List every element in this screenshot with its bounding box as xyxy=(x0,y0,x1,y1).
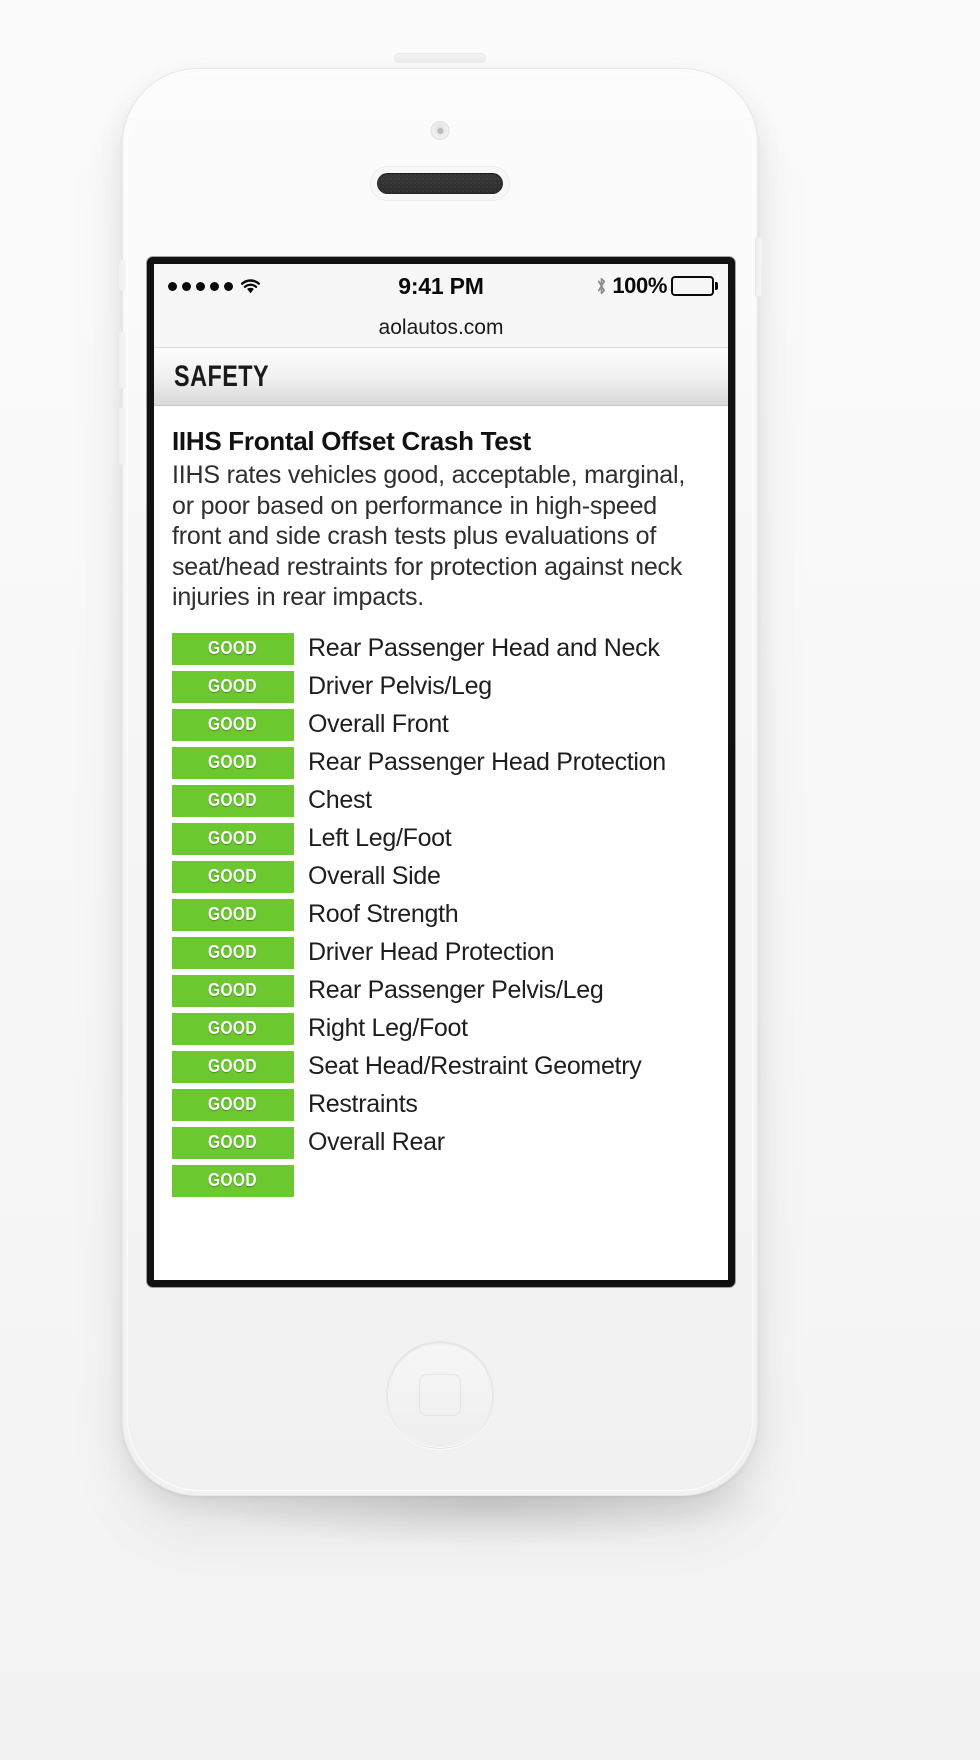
browser-url-bar[interactable]: aolautos.com xyxy=(154,308,728,348)
volume-down-button[interactable] xyxy=(118,407,125,465)
rating-category-label: Overall Side xyxy=(308,862,441,890)
rating-category-label: Rear Passenger Head Protection xyxy=(308,748,666,776)
rating-badge-label: GOOD xyxy=(208,1094,258,1114)
rating-badge-label: GOOD xyxy=(208,904,258,924)
rating-category-label: Right Leg/Foot xyxy=(308,1014,468,1042)
rating-category-label: Rear Passenger Head and Neck xyxy=(308,634,660,662)
rating-badge: GOOD xyxy=(172,632,294,665)
rating-badge: GOOD xyxy=(172,1126,294,1159)
rating-badge-label: GOOD xyxy=(208,752,258,772)
rating-category-label: Chest xyxy=(308,786,372,814)
rating-badge-label: GOOD xyxy=(208,828,258,848)
rating-row[interactable]: GOOD Seat Head/Restraint Geometry xyxy=(172,1050,710,1083)
earpiece-speaker xyxy=(377,173,503,194)
rating-row[interactable]: GOOD Overall Side xyxy=(172,860,710,893)
rating-badge: GOOD xyxy=(172,670,294,703)
rating-row[interactable]: GOOD Roof Strength xyxy=(172,898,710,931)
rating-row[interactable]: GOOD Rear Passenger Head and Neck xyxy=(172,632,710,665)
ratings-list: GOOD Rear Passenger Head and Neck GOOD Driv… xyxy=(172,632,710,1197)
rating-category-label: Overall Rear xyxy=(308,1128,445,1156)
rating-row[interactable]: GOOD Driver Pelvis/Leg xyxy=(172,670,710,703)
rating-badge: GOOD xyxy=(172,1164,294,1197)
rating-category-label: Driver Pelvis/Leg xyxy=(308,672,492,700)
rating-badge-label: GOOD xyxy=(208,942,258,962)
rating-badge-label: GOOD xyxy=(208,1018,258,1038)
rating-row[interactable]: GOOD Chest xyxy=(172,784,710,817)
rating-badge-label: GOOD xyxy=(208,714,258,734)
home-button[interactable] xyxy=(386,1341,494,1449)
rating-badge: GOOD xyxy=(172,898,294,931)
screen-bezel: 9:41 PM 100% aolautos.com SAFETY IIHS Fr… xyxy=(147,257,735,1287)
rating-row[interactable]: GOOD xyxy=(172,1164,710,1197)
rating-badge-label: GOOD xyxy=(208,1132,258,1152)
rating-badge-label: GOOD xyxy=(208,638,258,658)
rating-category-label: Roof Strength xyxy=(308,900,459,928)
rating-badge: GOOD xyxy=(172,860,294,893)
url-text: aolautos.com xyxy=(378,315,504,339)
rating-category-label: Rear Passenger Pelvis/Leg xyxy=(308,976,604,1004)
rating-row[interactable]: GOOD Restraints xyxy=(172,1088,710,1121)
page-content: IIHS Frontal Offset Crash Test IIHS rate… xyxy=(154,406,728,1280)
phone-screen: 9:41 PM 100% aolautos.com SAFETY IIHS Fr… xyxy=(154,264,728,1280)
article-heading: IIHS Frontal Offset Crash Test xyxy=(172,426,531,456)
rating-badge: GOOD xyxy=(172,708,294,741)
battery-full-icon xyxy=(671,276,714,296)
status-bar: 9:41 PM 100% xyxy=(154,264,728,308)
rating-badge-label: GOOD xyxy=(208,866,258,886)
rating-badge-label: GOOD xyxy=(208,676,258,696)
silent-switch[interactable] xyxy=(118,259,125,291)
rating-row[interactable]: GOOD Right Leg/Foot xyxy=(172,1012,710,1045)
rating-badge: GOOD xyxy=(172,1012,294,1045)
rating-row[interactable]: GOOD Overall Rear xyxy=(172,1126,710,1159)
volume-up-button[interactable] xyxy=(118,331,125,389)
rating-badge: GOOD xyxy=(172,746,294,779)
rating-badge: GOOD xyxy=(172,1088,294,1121)
rating-badge: GOOD xyxy=(172,784,294,817)
rating-category-label: Seat Head/Restraint Geometry xyxy=(308,1052,642,1080)
rating-badge: GOOD xyxy=(172,1050,294,1083)
rating-row[interactable]: GOOD Driver Head Protection xyxy=(172,936,710,969)
section-header: SAFETY xyxy=(154,348,728,406)
status-bar-time: 9:41 PM xyxy=(398,272,484,299)
page-background: 9:41 PM 100% aolautos.com SAFETY IIHS Fr… xyxy=(0,0,980,1760)
rating-category-label: Driver Head Protection xyxy=(308,938,555,966)
rating-category-label: Restraints xyxy=(308,1090,418,1118)
rating-badge-label: GOOD xyxy=(208,1170,258,1190)
rating-row[interactable]: GOOD Left Leg/Foot xyxy=(172,822,710,855)
article-description: IIHS rates vehicles good, acceptable, ma… xyxy=(172,461,686,611)
rating-category-label: Left Leg/Foot xyxy=(308,824,452,852)
rating-badge-label: GOOD xyxy=(208,790,258,810)
section-title: SAFETY xyxy=(174,359,270,393)
rating-row[interactable]: GOOD Rear Passenger Head Protection xyxy=(172,746,710,779)
rating-row[interactable]: GOOD Overall Front xyxy=(172,708,710,741)
device-top-slot xyxy=(394,53,486,63)
rating-badge-label: GOOD xyxy=(208,980,258,1000)
rating-row[interactable]: GOOD Rear Passenger Pelvis/Leg xyxy=(172,974,710,1007)
front-camera-icon xyxy=(430,121,450,140)
rating-badge-label: GOOD xyxy=(208,1056,258,1076)
rating-badge: GOOD xyxy=(172,974,294,1007)
rating-badge: GOOD xyxy=(172,936,294,969)
rating-badge: GOOD xyxy=(172,822,294,855)
rating-category-label: Overall Front xyxy=(308,710,449,738)
phone-device: 9:41 PM 100% aolautos.com SAFETY IIHS Fr… xyxy=(118,53,762,1496)
power-button[interactable] xyxy=(755,237,762,297)
